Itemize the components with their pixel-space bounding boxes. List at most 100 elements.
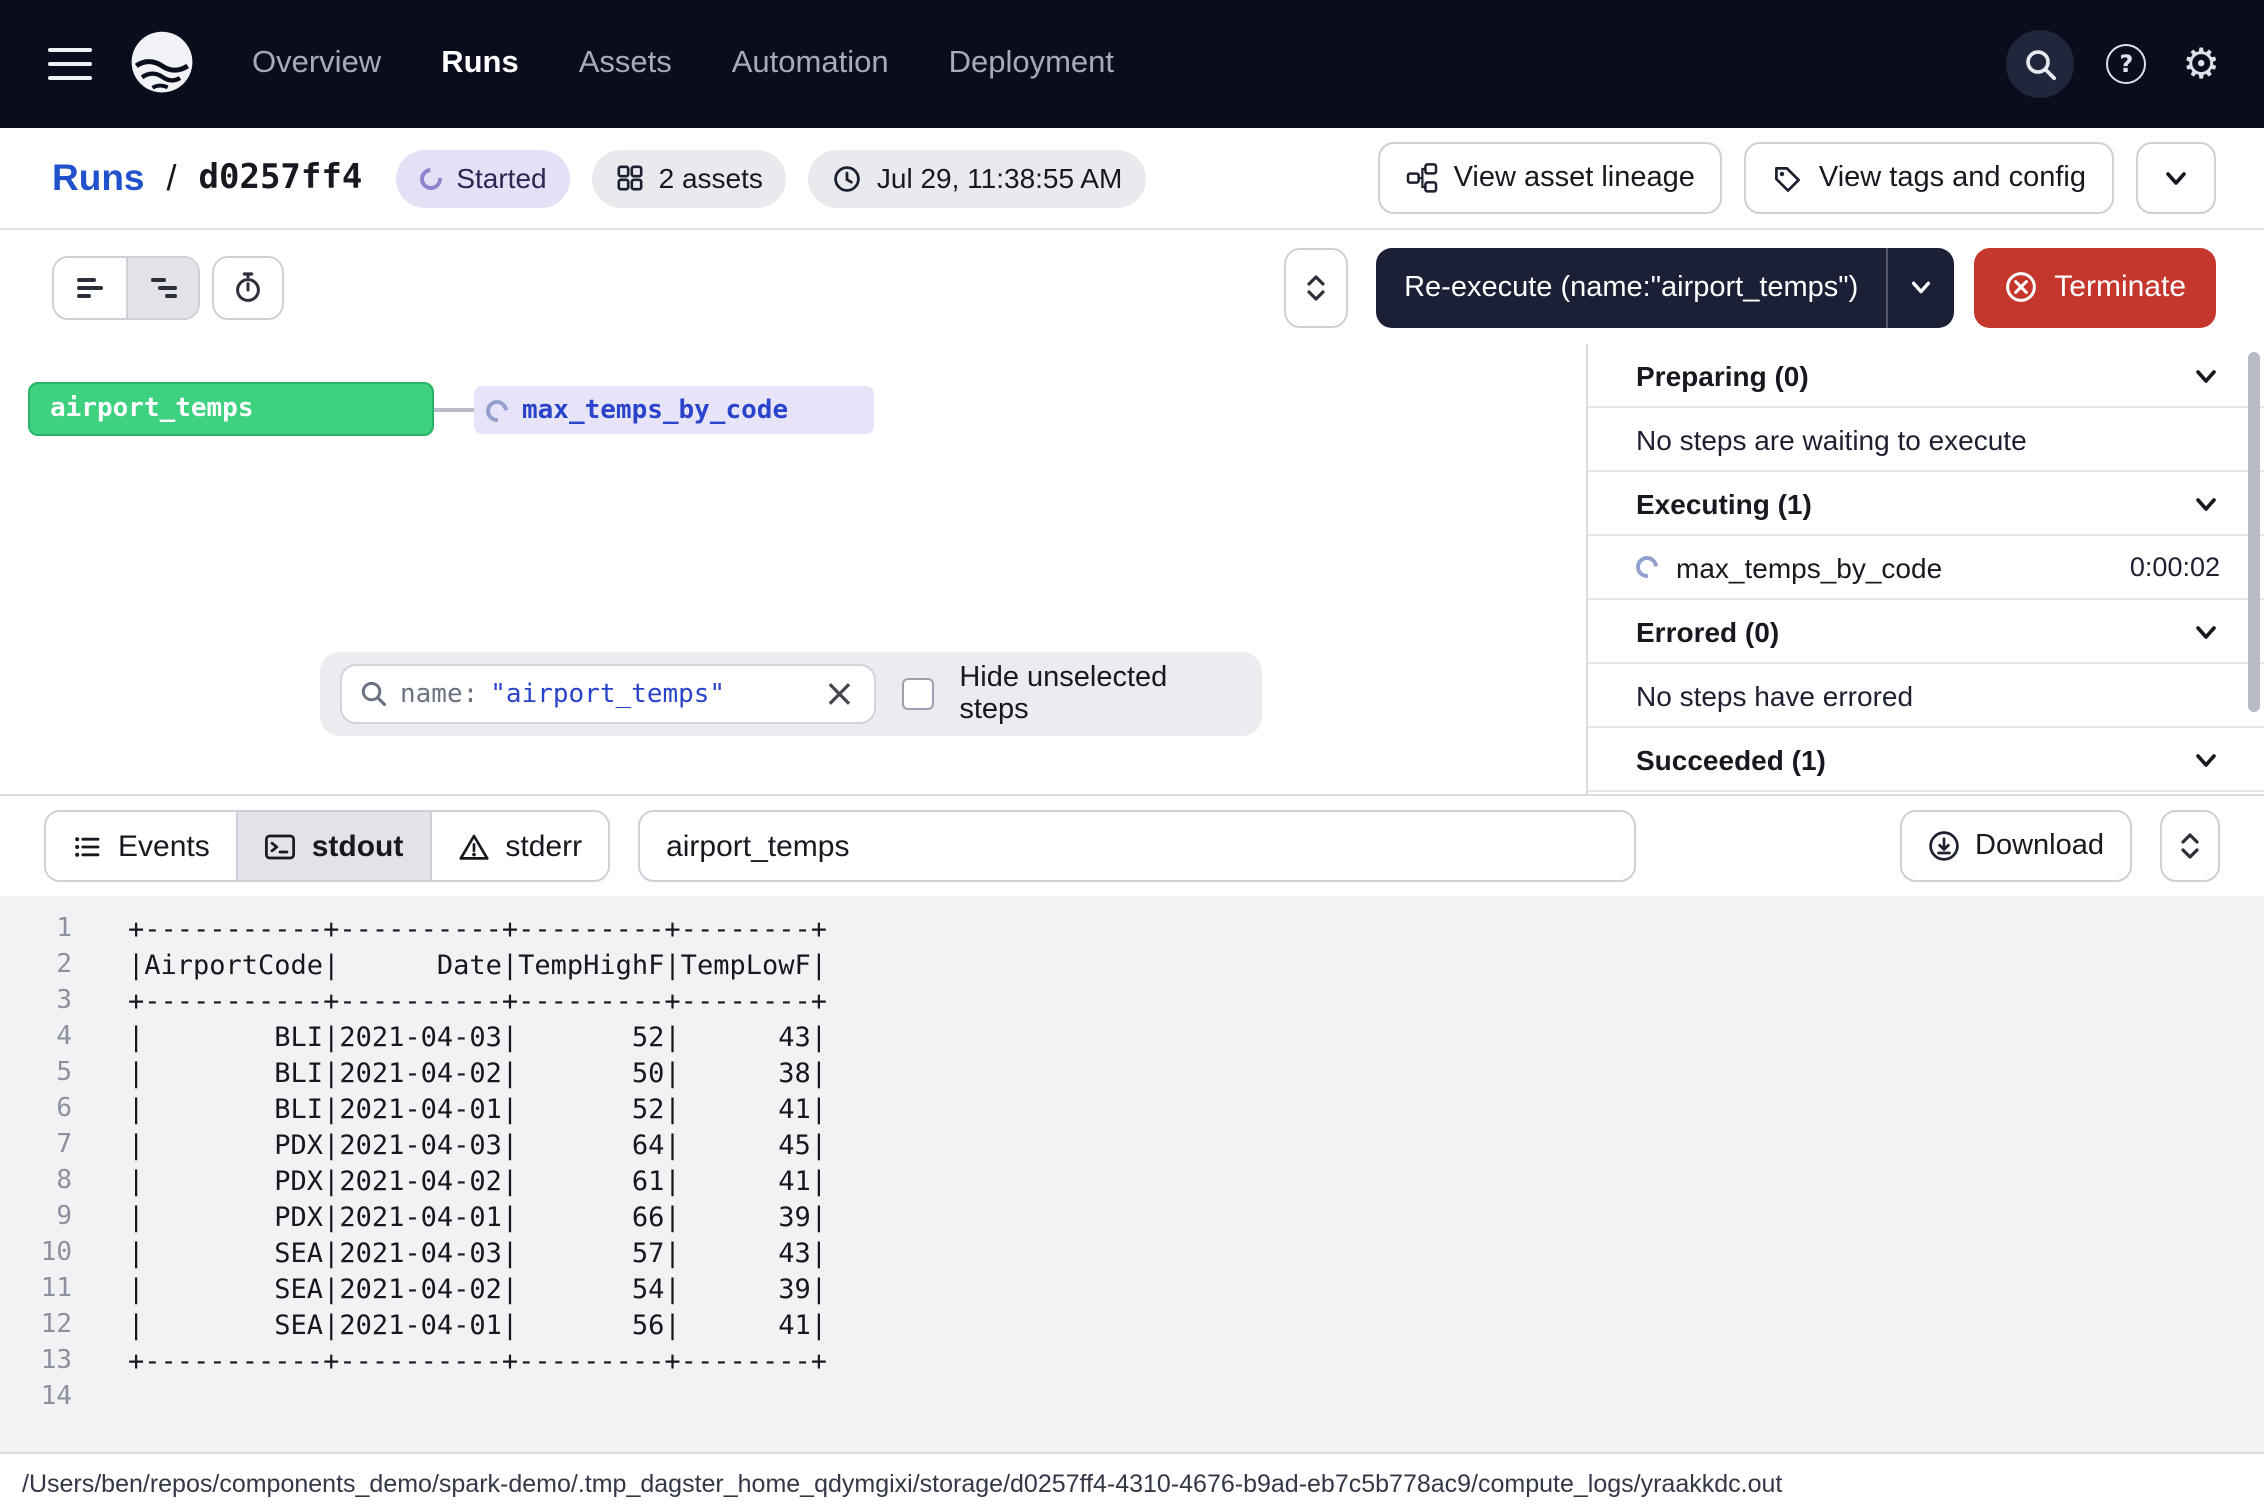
errored-message: No steps have errored	[1636, 679, 1913, 711]
log-line: 7| PDX|2021-04-03| 64| 45|	[0, 1128, 2264, 1164]
view-tags-config-button[interactable]: View tags and config	[1745, 142, 2114, 214]
view-tags-config-label: View tags and config	[1819, 162, 2086, 194]
hamburger-menu-icon[interactable]	[48, 47, 92, 81]
header-more-actions-button[interactable]	[2136, 142, 2216, 214]
nav-item-runs[interactable]: Runs	[441, 46, 519, 82]
log-file-path-bar: /Users/ben/repos/components_demo/spark-d…	[0, 1452, 2264, 1512]
step-node-airport-temps[interactable]: airport_temps	[28, 382, 434, 436]
gear-icon[interactable]: ⚙	[2178, 43, 2224, 85]
line-number: 14	[0, 1380, 92, 1416]
view-mode-waterfall-button[interactable]	[126, 257, 198, 317]
preparing-empty-row: No steps are waiting to execute	[1588, 408, 2264, 472]
tab-stdout[interactable]: stdout	[236, 812, 430, 880]
line-text: | PDX|2021-04-01| 66| 39|	[92, 1200, 827, 1236]
clear-filter-icon[interactable]: ×	[823, 675, 855, 713]
section-succeeded[interactable]: Succeeded (1)	[1588, 728, 2264, 792]
log-tabs: Events stdout stderr	[44, 810, 610, 882]
line-number: 7	[0, 1128, 92, 1164]
log-line: 1+-----------+----------+---------+-----…	[0, 912, 2264, 948]
tab-events[interactable]: Events	[46, 812, 236, 880]
up-down-chevrons-icon	[2176, 830, 2204, 862]
breadcrumb-separator: /	[167, 157, 177, 199]
log-file-path: /Users/ben/repos/components_demo/spark-d…	[22, 1469, 1782, 1497]
re-execute-button[interactable]: Re-execute (name:"airport_temps")	[1376, 247, 1886, 327]
step-filter-input[interactable]: name: "airport_temps" ×	[340, 664, 875, 724]
log-line: 11| SEA|2021-04-02| 54| 39|	[0, 1272, 2264, 1308]
nav-item-overview[interactable]: Overview	[252, 46, 381, 82]
executing-elapsed-time: 0:00:02	[2130, 552, 2220, 582]
hide-unselected-checkbox[interactable]	[901, 678, 933, 710]
dagster-run-page: Overview Runs Assets Automation Deployme…	[0, 0, 2264, 1512]
toggle-timing-button[interactable]	[212, 255, 284, 319]
search-icon	[360, 680, 388, 708]
tab-stderr[interactable]: stderr	[429, 812, 608, 880]
view-asset-lineage-button[interactable]: View asset lineage	[1378, 142, 1723, 214]
download-button[interactable]: Download	[1899, 810, 2132, 882]
line-number: 4	[0, 1020, 92, 1056]
breadcrumb-runs-link[interactable]: Runs	[52, 156, 145, 200]
log-line: 13+-----------+----------+---------+----…	[0, 1344, 2264, 1380]
log-expand-button[interactable]	[2160, 810, 2220, 882]
section-errored-title: Errored (0)	[1636, 615, 1779, 647]
line-text: | SEA|2021-04-01| 56| 41|	[92, 1308, 827, 1344]
line-text: +-----------+----------+---------+------…	[92, 984, 827, 1020]
section-executing-title: Executing (1)	[1636, 487, 1812, 519]
re-execute-split-button: Re-execute (name:"airport_temps")	[1376, 247, 1954, 327]
terminate-button[interactable]: Terminate	[1974, 247, 2216, 327]
dagster-logo[interactable]	[124, 26, 200, 102]
assets-badge[interactable]: 2 assets	[593, 149, 787, 207]
list-icon	[72, 831, 102, 861]
executing-step-link[interactable]: max_temps_by_code	[1676, 551, 1942, 583]
run-controls: Re-execute (name:"airport_temps") Termin…	[0, 230, 2264, 344]
terminal-icon	[264, 831, 296, 861]
chevron-down-icon	[2192, 617, 2220, 645]
line-text: |AirportCode| Date|TempHighF|TempLowF|	[92, 948, 827, 984]
log-line: 6| BLI|2021-04-01| 52| 41|	[0, 1092, 2264, 1128]
help-icon[interactable]: ?	[2106, 44, 2146, 84]
up-down-chevrons-icon	[1302, 271, 1330, 303]
section-executing[interactable]: Executing (1)	[1588, 472, 2264, 536]
stopwatch-icon	[232, 270, 264, 304]
nav-item-assets[interactable]: Assets	[579, 46, 672, 82]
errored-empty-row: No steps have errored	[1588, 664, 2264, 728]
step-node-max-temps-by-code[interactable]: max_temps_by_code	[474, 386, 874, 434]
running-step-label: max_temps_by_code	[522, 395, 788, 425]
line-number: 13	[0, 1344, 92, 1380]
log-step-filter-input[interactable]	[638, 810, 1636, 882]
run-header: Runs / d0257ff4 Started 2 assets Jul 29,…	[0, 128, 2264, 230]
line-number: 6	[0, 1092, 92, 1128]
terminate-icon	[2004, 270, 2038, 304]
sidebar-scrollbar[interactable]	[2248, 352, 2260, 712]
expand-collapse-panel-button[interactable]	[1284, 247, 1348, 327]
stdout-log-viewer: 1+-----------+----------+---------+-----…	[0, 896, 2264, 1452]
line-text	[92, 1380, 128, 1416]
line-text: | BLI|2021-04-03| 52| 43|	[92, 1020, 827, 1056]
gantt-graph: airport_temps max_temps_by_code name: "a…	[0, 344, 1586, 794]
chevron-down-icon	[2192, 745, 2220, 773]
nav-item-deployment[interactable]: Deployment	[949, 46, 1114, 82]
log-line: 9| PDX|2021-04-01| 66| 39|	[0, 1200, 2264, 1236]
search-button[interactable]	[2006, 30, 2074, 98]
log-line: 8| PDX|2021-04-02| 61| 41|	[0, 1164, 2264, 1200]
line-number: 5	[0, 1056, 92, 1092]
run-status-badge: Started	[396, 149, 570, 207]
line-text: | PDX|2021-04-02| 61| 41|	[92, 1164, 827, 1200]
graph-edge	[434, 408, 474, 411]
section-errored[interactable]: Errored (0)	[1588, 600, 2264, 664]
nav-item-automation[interactable]: Automation	[732, 46, 889, 82]
run-id: d0257ff4	[199, 158, 363, 198]
chevron-down-icon	[1908, 274, 1934, 300]
hide-unselected-label: Hide unselected steps	[959, 662, 1242, 726]
section-preparing[interactable]: Preparing (0)	[1588, 344, 2264, 408]
line-text: | SEA|2021-04-03| 57| 43|	[92, 1236, 827, 1272]
log-line: 5| BLI|2021-04-02| 50| 38|	[0, 1056, 2264, 1092]
section-preparing-title: Preparing (0)	[1636, 359, 1809, 391]
log-toolbar: Events stdout stderr	[0, 796, 2264, 896]
grid-icon	[617, 164, 645, 192]
log-line: 14	[0, 1380, 2264, 1416]
timestamp-badge: Jul 29, 11:38:55 AM	[809, 149, 1146, 207]
terminate-label: Terminate	[2054, 270, 2186, 304]
view-mode-flat-button[interactable]	[54, 257, 126, 317]
top-nav: Overview Runs Assets Automation Deployme…	[0, 0, 2264, 128]
re-execute-dropdown-button[interactable]	[1886, 247, 1954, 327]
